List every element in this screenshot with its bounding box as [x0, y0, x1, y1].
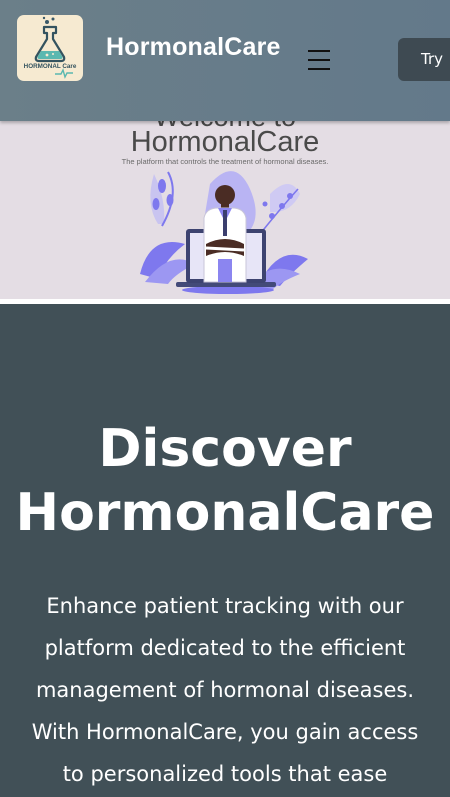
hamburger-menu-icon[interactable]	[308, 50, 332, 74]
discover-heading-line2: HormonalCare	[15, 483, 435, 543]
doctor-laptop-illustration	[140, 171, 308, 294]
description-line: platform dedicated to the efficient	[44, 636, 406, 660]
discover-section: Discover HormonalCare Enhance patient tr…	[0, 304, 450, 797]
discover-description: Enhance patient tracking with our platfo…	[20, 585, 430, 795]
discover-heading-line1: Discover	[98, 419, 352, 479]
logo-wordmark: HORMONAL Care	[24, 63, 77, 70]
description-line: to personalized tools that ease	[62, 762, 388, 786]
flask-logo-icon: HORMONAL Care	[24, 16, 77, 79]
description-line: With HormonalCare, you gain access	[31, 720, 419, 744]
description-line: management of hormonal diseases.	[35, 678, 415, 702]
hormonalcare-logo[interactable]: HORMONAL Care	[17, 15, 83, 81]
top-header: HORMONAL Care HormonalCare Try	[0, 0, 450, 121]
discover-heading: Discover HormonalCare	[0, 417, 450, 545]
try-button[interactable]: Try	[398, 38, 450, 81]
brand-name[interactable]: HormonalCare	[106, 33, 281, 62]
description-line: Enhance patient tracking with our	[46, 594, 404, 618]
hero-title: HormonalCare	[130, 126, 320, 158]
hero-banner: Welcome to HormonalCare The platform tha…	[0, 120, 450, 299]
